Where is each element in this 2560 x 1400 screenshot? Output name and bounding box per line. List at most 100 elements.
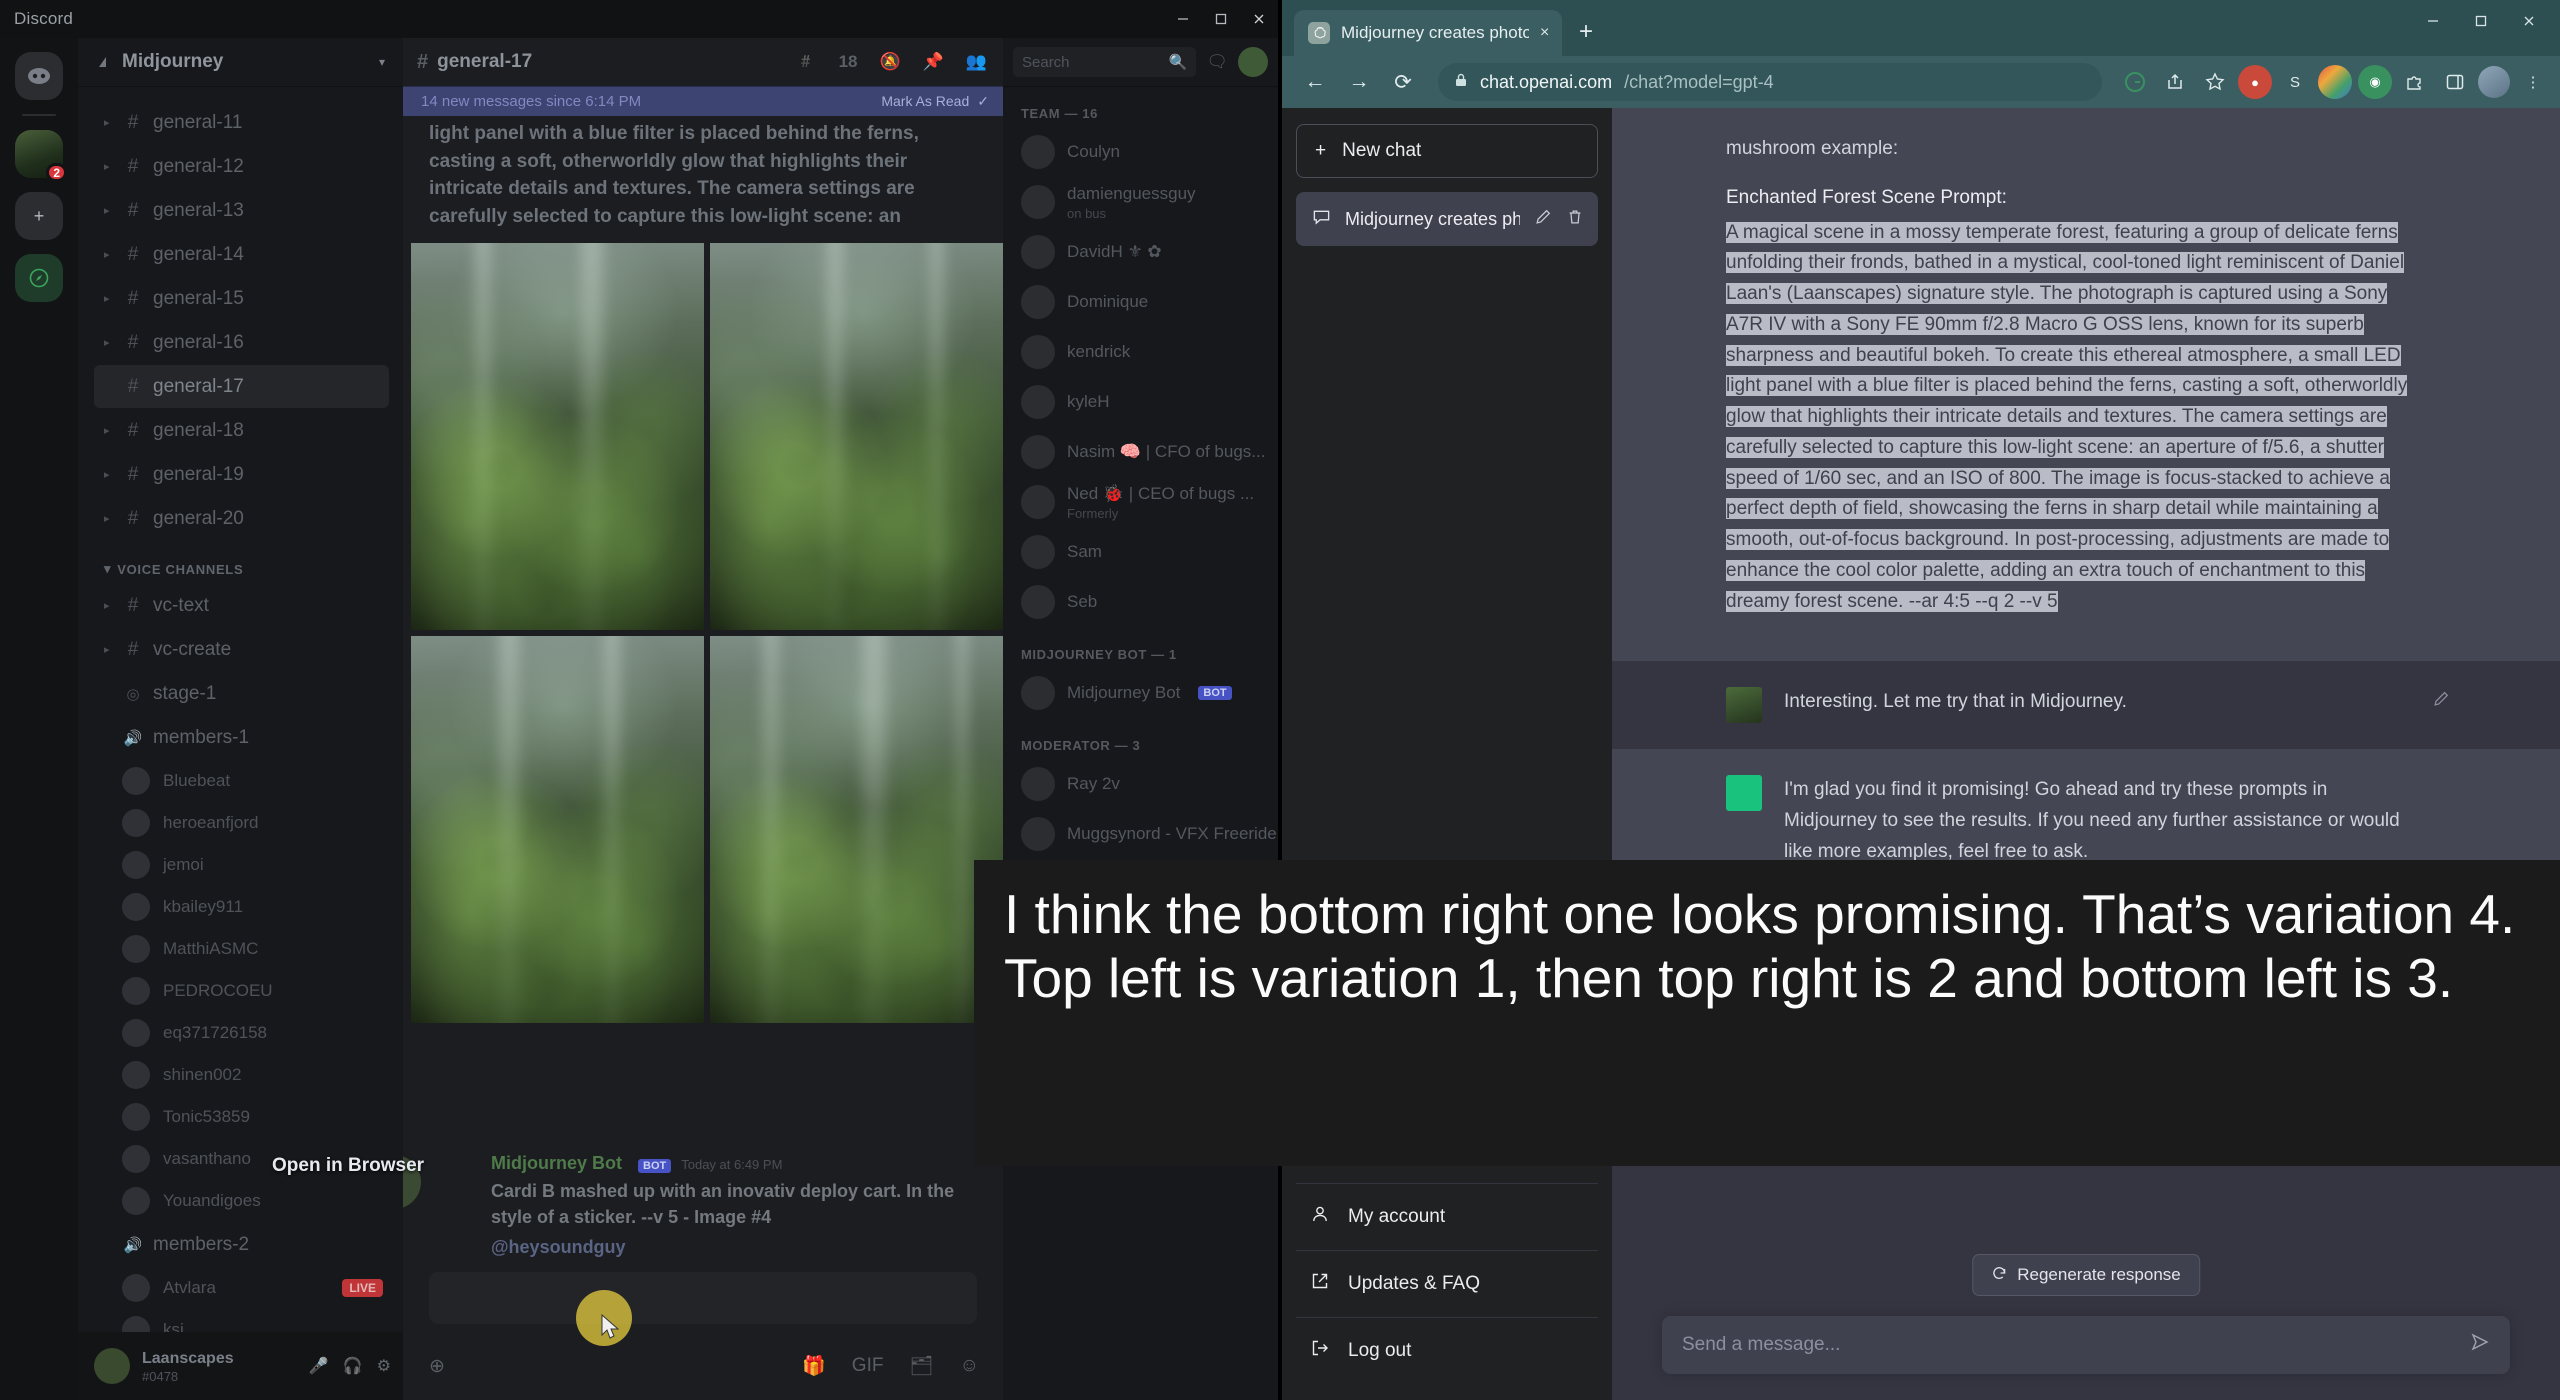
grammarly-icon[interactable]: [2118, 65, 2152, 99]
bookmark-star-icon[interactable]: [2198, 65, 2232, 99]
pencil-icon[interactable]: [1534, 208, 1552, 231]
voice-channels-category[interactable]: ▾ VOICE CHANNELS: [78, 541, 403, 583]
channel-general-12[interactable]: ▸ # general-12: [94, 145, 389, 188]
shield-extension-icon[interactable]: ◉: [2358, 65, 2392, 99]
member-row[interactable]: kyleH: [1003, 377, 1278, 427]
new-chat-button[interactable]: + New chat: [1296, 124, 1598, 178]
threads-icon[interactable]: #️: [795, 52, 816, 72]
microphone-icon[interactable]: 🎤: [309, 1356, 329, 1376]
headphones-icon[interactable]: 🎧: [343, 1356, 363, 1376]
puzzle-extension-icon[interactable]: [2398, 65, 2432, 99]
chevron-down-icon[interactable]: ▾: [379, 55, 385, 69]
midjourney-variation-4[interactable]: [710, 636, 1003, 1023]
voice-channel-vc-create[interactable]: ▸ # vc-create: [94, 628, 389, 671]
voice-member-row[interactable]: kbailey911: [78, 886, 403, 928]
pin-icon[interactable]: 📌: [923, 52, 944, 72]
member-row[interactable]: Dominique: [1003, 277, 1278, 327]
voice-member-row[interactable]: shinen002: [78, 1054, 403, 1096]
back-button[interactable]: ←: [1296, 63, 1334, 101]
menu-icon[interactable]: ⋮: [2516, 65, 2550, 99]
avatar[interactable]: [94, 1348, 130, 1384]
avatar[interactable]: [1238, 47, 1268, 77]
member-row[interactable]: damienguessguy on bus: [1003, 177, 1278, 227]
discord-message-input[interactable]: [429, 1272, 977, 1324]
discord-server-header[interactable]: Midjourney ▾: [78, 38, 403, 86]
midjourney-variation-3[interactable]: [411, 636, 704, 1023]
search-input[interactable]: Search 🔍: [1013, 47, 1197, 77]
voice-channel-members-1[interactable]: 🔊 members-1: [94, 716, 389, 759]
share-icon[interactable]: [2158, 65, 2192, 99]
reload-button[interactable]: ⟳: [1384, 63, 1422, 101]
member-row[interactable]: Nasim 🧠 | CFO of bugs...: [1003, 427, 1278, 477]
sidebar-item-log-out[interactable]: Log out: [1296, 1320, 1598, 1382]
server-icon-home[interactable]: [15, 52, 63, 100]
regenerate-response-button[interactable]: Regenerate response: [1972, 1254, 2200, 1296]
add-attachment-icon[interactable]: ⊕: [429, 1355, 445, 1378]
midjourney-variation-1[interactable]: [411, 243, 704, 630]
channel-general-19[interactable]: ▸ # general-19: [94, 453, 389, 496]
trash-icon[interactable]: [1566, 208, 1584, 231]
channel-general-17[interactable]: # general-17: [94, 365, 389, 408]
member-row[interactable]: Coulyn: [1003, 127, 1278, 177]
mark-as-read-button[interactable]: Mark As Read ✓: [881, 93, 989, 110]
colorful-extension-icon[interactable]: [2318, 65, 2352, 99]
conversation-scroll[interactable]: mushroom example: Enchanted Forest Scene…: [1612, 108, 2560, 1400]
close-icon[interactable]: [2506, 4, 2552, 38]
gif-icon[interactable]: GIF: [852, 1355, 884, 1377]
red-extension-icon[interactable]: ●: [2238, 65, 2272, 99]
members-icon[interactable]: 👥: [966, 52, 987, 72]
member-row[interactable]: DavidH ⚜ ✿: [1003, 227, 1278, 277]
forward-button[interactable]: →: [1340, 63, 1378, 101]
voice-member-row[interactable]: PEDROCOEU: [78, 970, 403, 1012]
sticker-icon[interactable]: 🗂: [909, 1354, 933, 1378]
gear-icon[interactable]: ⚙: [377, 1356, 391, 1376]
voice-member-row[interactable]: MatthiASMC: [78, 928, 403, 970]
server-icon-midjourney[interactable]: 2: [15, 130, 67, 182]
server-icon-explore[interactable]: [15, 254, 63, 302]
channel-general-11[interactable]: ▸ # general-11: [94, 101, 389, 144]
voice-member-row[interactable]: Youandigoes: [78, 1180, 403, 1222]
midjourney-image-grid[interactable]: [411, 243, 1003, 1023]
message-mention[interactable]: @heysoundguy: [491, 1234, 979, 1260]
channel-general-20[interactable]: ▸ # general-20: [94, 497, 389, 540]
send-icon[interactable]: [2470, 1332, 2490, 1358]
minimize-icon[interactable]: [1164, 0, 1202, 38]
minimize-icon[interactable]: [2410, 4, 2456, 38]
member-row[interactable]: Sam: [1003, 527, 1278, 577]
channel-general-14[interactable]: ▸ # general-14: [94, 233, 389, 276]
message-author[interactable]: Midjourney Bot: [491, 1153, 622, 1174]
s-extension-icon[interactable]: S: [2278, 65, 2312, 99]
sidebar-item-updates-faq[interactable]: Updates & FAQ: [1296, 1253, 1598, 1315]
channel-general-15[interactable]: ▸ # general-15: [94, 277, 389, 320]
voice-member-row[interactable]: jemoi: [78, 844, 403, 886]
voice-member-row[interactable]: Bluebeat: [78, 760, 403, 802]
voice-channel-members-2[interactable]: 🔊 members-2: [94, 1223, 389, 1266]
channel-general-13[interactable]: ▸ # general-13: [94, 189, 389, 232]
chat-history-item[interactable]: Midjourney creates pho: [1296, 192, 1598, 246]
server-icon-add[interactable]: +: [15, 192, 63, 240]
voice-member-row[interactable]: eq371726158: [78, 1012, 403, 1054]
voice-channel-vc-text[interactable]: ▸ # vc-text: [94, 584, 389, 627]
browser-tab[interactable]: Midjourney creates photorealisti ×: [1294, 10, 1562, 56]
gift-icon[interactable]: 🎁: [802, 1354, 826, 1378]
sidebar-item-my-account[interactable]: My account: [1296, 1186, 1598, 1248]
address-bar[interactable]: chat.openai.com/chat?model=gpt-4: [1438, 63, 2102, 101]
member-row[interactable]: Ray 2v: [1003, 759, 1278, 809]
voice-member-row[interactable]: Tonic53859: [78, 1096, 403, 1138]
emoji-icon[interactable]: ☺: [960, 1355, 979, 1377]
voice-member-row[interactable]: heroeanfjord: [78, 802, 403, 844]
close-icon[interactable]: [1240, 0, 1278, 38]
member-row-bot[interactable]: Midjourney Bot BOT: [1003, 668, 1278, 718]
voice-member-row[interactable]: Atvlara LIVE: [78, 1267, 403, 1309]
midjourney-variation-2[interactable]: [710, 243, 1003, 630]
voice-channel-stage-1[interactable]: ◎ stage-1: [94, 672, 389, 715]
member-row[interactable]: Seb: [1003, 577, 1278, 627]
edit-icon[interactable]: [2432, 689, 2450, 717]
notifications-off-icon[interactable]: 🔕: [879, 52, 900, 72]
prompt-body[interactable]: A magical scene in a mossy temperate for…: [1726, 218, 2416, 618]
new-tab-button[interactable]: +: [1564, 10, 1608, 54]
channel-general-16[interactable]: ▸ # general-16: [94, 321, 389, 364]
profile-avatar[interactable]: [2478, 66, 2510, 98]
maximize-icon[interactable]: [2458, 4, 2504, 38]
channel-general-18[interactable]: ▸ # general-18: [94, 409, 389, 452]
